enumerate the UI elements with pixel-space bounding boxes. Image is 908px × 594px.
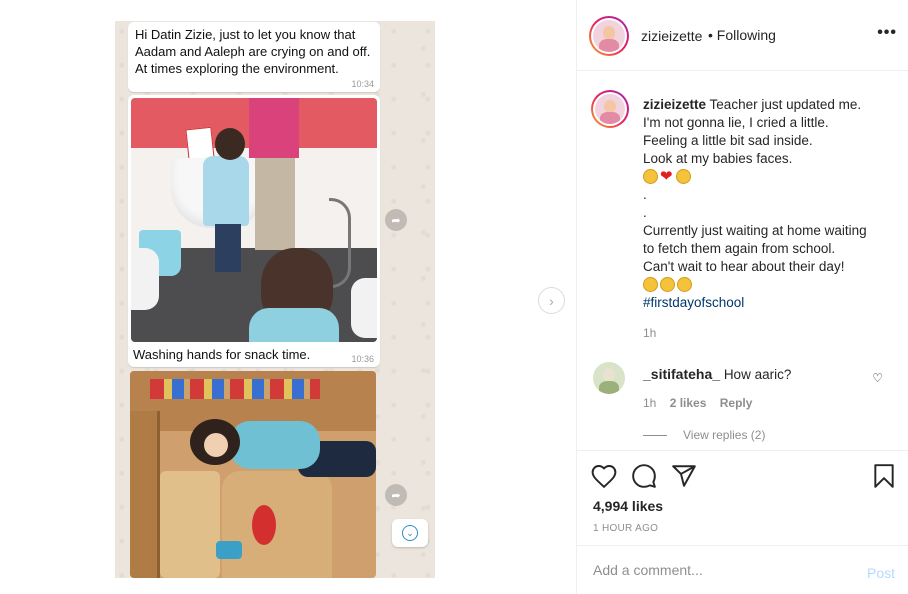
caption-line: Can't wait to hear about their day! xyxy=(643,259,845,274)
more-options-icon[interactable]: ••• xyxy=(877,24,897,42)
post-header: zizieizette • Following ••• xyxy=(577,0,908,71)
caption-line: Look at my babies faces. xyxy=(643,151,793,166)
save-bookmark-icon[interactable] xyxy=(871,463,897,489)
forward-icon: ➦ xyxy=(385,209,407,231)
crying-face-emoji-icon xyxy=(643,169,658,184)
caption-line: Feeling a little bit sad inside. xyxy=(643,133,813,148)
add-comment-input[interactable] xyxy=(593,559,843,581)
caption-line: . xyxy=(643,205,647,220)
caption-text: zizieizette Teacher just updated me. I'm… xyxy=(643,96,893,312)
chat-photo-bubble: Washing hands for snack time. 10:36 xyxy=(128,95,380,367)
forward-icon: ➦ xyxy=(385,484,407,506)
post-media: Hi Datin Zizie, just to let you know tha… xyxy=(0,0,576,594)
chat-screenshot-image: Hi Datin Zizie, just to let you know tha… xyxy=(115,21,435,578)
scroll-down-button: ⌄ xyxy=(392,519,428,547)
comment-body: How aaric? xyxy=(723,367,792,382)
hashtag-link[interactable]: #firstdayofschool xyxy=(643,295,744,310)
post-sidebar: zizieizette • Following ••• zizieizette … xyxy=(576,0,908,594)
header-username-link[interactable]: zizieizette xyxy=(641,28,702,44)
add-comment-bar: Post xyxy=(577,545,908,594)
share-direct-icon[interactable] xyxy=(671,463,697,489)
comment-likes[interactable]: 2 likes xyxy=(670,396,707,410)
caption-avatar[interactable] xyxy=(591,90,629,128)
following-button[interactable]: • Following xyxy=(708,27,776,43)
classroom-photo xyxy=(130,371,376,578)
washing-hands-photo xyxy=(131,98,377,342)
caption-line: I'm not gonna lie, I cried a little. xyxy=(643,115,829,130)
post-comment-button[interactable]: Post xyxy=(867,565,895,581)
view-replies-button[interactable]: View replies (2) xyxy=(643,428,765,442)
reply-button[interactable]: Reply xyxy=(720,396,753,410)
avatar xyxy=(595,94,625,124)
avatar xyxy=(593,20,625,52)
caption-line: . xyxy=(643,187,647,202)
commenter-username-link[interactable]: _sitifateha_ xyxy=(643,366,720,382)
emoji-row xyxy=(643,276,893,294)
likes-count[interactable]: 4,994 likes xyxy=(593,498,663,514)
post-timestamp[interactable]: 1 HOUR AGO xyxy=(593,523,658,534)
chat-message-time: 10:34 xyxy=(351,79,374,89)
commenter-avatar[interactable] xyxy=(593,362,625,394)
comment-time[interactable]: 1h xyxy=(643,396,656,410)
caption-line: Currently just waiting at home waiting xyxy=(643,223,867,238)
chat-message-time: 10:36 xyxy=(351,354,374,364)
comment-bubble-icon[interactable] xyxy=(631,463,657,489)
caption-line: to fetch them again from school. xyxy=(643,241,836,256)
chevron-down-icon: ⌄ xyxy=(402,525,418,541)
caption-line: Teacher just updated me. xyxy=(709,97,862,112)
chevron-right-icon: › xyxy=(549,292,554,309)
chat-message-text: Hi Datin Zizie, just to let you know tha… xyxy=(135,27,371,76)
red-heart-emoji-icon: ❤ xyxy=(660,168,673,185)
like-heart-icon[interactable] xyxy=(591,463,617,489)
comment-text: _sitifateha_ How aaric? xyxy=(643,366,791,382)
caption-timestamp[interactable]: 1h xyxy=(643,326,656,340)
photo-caption: Washing hands for snack time. xyxy=(133,347,311,362)
emoji-row: ❤ xyxy=(643,168,893,186)
story-ring[interactable] xyxy=(589,16,629,56)
chat-message-bubble: Hi Datin Zizie, just to let you know tha… xyxy=(128,22,380,92)
post-actions: 4,994 likes 1 HOUR AGO xyxy=(577,450,908,545)
comment-meta: 1h 2 likes Reply xyxy=(643,396,762,410)
heart-eyes-emoji-icon xyxy=(643,277,658,292)
heart-eyes-emoji-icon xyxy=(660,277,675,292)
crying-face-emoji-icon xyxy=(676,169,692,184)
caption-username-link[interactable]: zizieizette xyxy=(643,97,706,112)
comment-like-heart-icon[interactable]: ♡ xyxy=(872,371,883,385)
heart-eyes-emoji-icon xyxy=(677,277,692,292)
next-slide-button[interactable]: › xyxy=(538,287,565,314)
